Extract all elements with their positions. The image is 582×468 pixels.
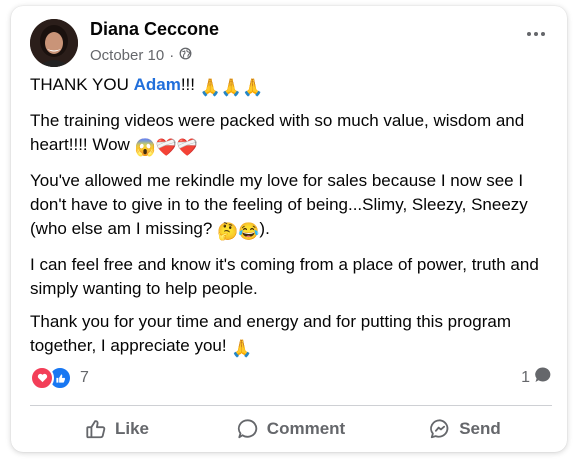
post-paragraph: You've allowed me rekindle my love for s… (30, 169, 550, 244)
paragraph-text: !!! (180, 75, 200, 94)
paragraph-text: Thank you for your time and energy and f… (30, 312, 511, 355)
like-button[interactable]: Like (30, 410, 204, 448)
reactions-summary[interactable]: 7 (30, 366, 89, 390)
emoji-group: 🤔😂 (217, 222, 260, 241)
comment-button[interactable]: Comment (204, 410, 378, 448)
thumbs-up-icon (85, 418, 107, 440)
paragraph-text: I can feel free and know it's coming fro… (30, 255, 539, 298)
send-button[interactable]: Send (378, 410, 552, 448)
send-label: Send (459, 419, 501, 438)
paragraph-text: THANK YOU (30, 75, 134, 94)
post-card: Diana Ceccone October 10 · THANK YOU Ada… (11, 6, 567, 452)
paragraph-text: The training videos were packed with so … (30, 111, 525, 154)
post-paragraph: The training videos were packed with so … (30, 109, 550, 160)
post-date[interactable]: October 10 (90, 47, 164, 64)
paragraph-text: You've allowed me rekindle my love for s… (30, 171, 528, 238)
avatar[interactable] (30, 19, 78, 67)
post-meta: October 10 · (90, 47, 192, 64)
globe-icon (179, 47, 192, 64)
author-name[interactable]: Diana Ceccone (90, 19, 219, 40)
comment-count[interactable]: 1 (521, 366, 552, 389)
more-options-button[interactable] (527, 32, 545, 36)
meta-separator: · (169, 47, 175, 64)
paragraph-text: ). (259, 219, 270, 238)
post-body: THANK YOU Adam!!! 🙏🙏🙏 The training video… (30, 73, 550, 370)
post-paragraph: Thank you for your time and energy and f… (30, 310, 550, 361)
more-dot (541, 32, 545, 36)
post-paragraph: I can feel free and know it's coming fro… (30, 253, 550, 301)
comment-count-value: 1 (521, 368, 530, 386)
comment-bubble-icon (534, 366, 552, 389)
more-dot (527, 32, 531, 36)
comment-label: Comment (266, 419, 346, 438)
action-bar: Like Comment Send (30, 410, 552, 448)
post-paragraph: THANK YOU Adam!!! 🙏🙏🙏 (30, 73, 550, 100)
comment-icon (237, 418, 259, 440)
mention-link[interactable]: Adam (134, 75, 181, 94)
more-dot (534, 32, 538, 36)
like-label: Like (114, 419, 150, 438)
post-stats: 7 1 (30, 364, 552, 392)
reaction-count: 7 (80, 369, 89, 386)
love-icon (30, 366, 54, 390)
messenger-icon (429, 418, 451, 440)
emoji-group: 😱❤️‍🩹❤️‍🩹 (134, 138, 199, 157)
pray-emoji: 🙏 (231, 339, 253, 358)
pray-emoji: 🙏🙏🙏 (199, 78, 264, 97)
divider (30, 405, 552, 406)
